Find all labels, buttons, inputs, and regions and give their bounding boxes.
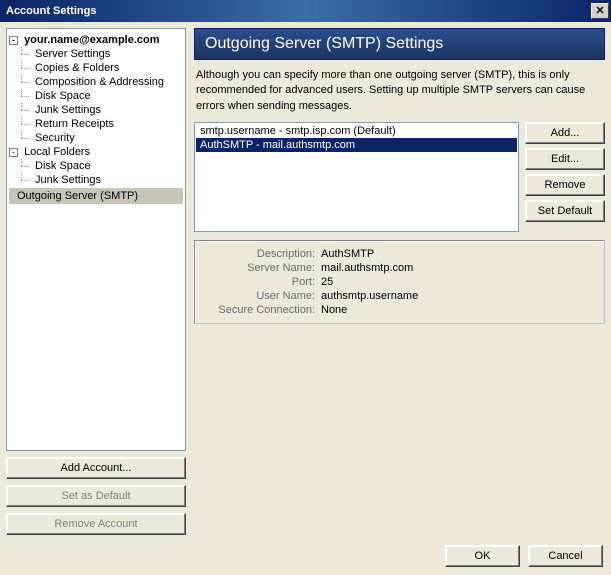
smtp-server-list[interactable]: smtp.username - smtp.isp.com (Default) A… bbox=[194, 122, 519, 232]
account-tree[interactable]: - your.name@example.com Server Settings … bbox=[6, 28, 186, 451]
dialog-footer: OK Cancel bbox=[6, 541, 605, 569]
tree-account-label: your.name@example.com bbox=[24, 34, 159, 46]
smtp-list-buttons: Add... Edit... Remove Set Default bbox=[525, 122, 605, 232]
tree-item-copies-folders[interactable]: Copies & Folders bbox=[9, 61, 183, 75]
detail-value-port: 25 bbox=[321, 276, 333, 288]
detail-row-port: Port: 25 bbox=[203, 275, 596, 289]
tree-item-security[interactable]: Security bbox=[9, 131, 183, 145]
add-smtp-button[interactable]: Add... bbox=[525, 122, 605, 144]
window-title: Account Settings bbox=[6, 5, 591, 17]
titlebar: Account Settings ✕ bbox=[0, 0, 611, 22]
ok-button[interactable]: OK bbox=[445, 545, 520, 567]
panel-description: Although you can specify more than one o… bbox=[194, 68, 605, 114]
spacer bbox=[194, 332, 605, 535]
tree-item-smtp-label: Outgoing Server (SMTP) bbox=[9, 188, 183, 204]
tree-item-outgoing-smtp[interactable]: Outgoing Server (SMTP) bbox=[9, 187, 183, 205]
tree-panel: - your.name@example.com Server Settings … bbox=[6, 28, 186, 535]
smtp-list-item[interactable]: smtp.username - smtp.isp.com (Default) bbox=[196, 124, 517, 138]
close-icon: ✕ bbox=[595, 6, 604, 17]
set-as-default-button: Set as Default bbox=[6, 485, 186, 507]
tree-item-junk-settings[interactable]: Junk Settings bbox=[9, 103, 183, 117]
tree-item-return-receipts[interactable]: Return Receipts bbox=[9, 117, 183, 131]
tree-account-root[interactable]: - your.name@example.com bbox=[9, 33, 183, 47]
detail-value-server: mail.authsmtp.com bbox=[321, 262, 413, 274]
tree-item-disk-space[interactable]: Disk Space bbox=[9, 89, 183, 103]
detail-value-user: authsmtp.username bbox=[321, 290, 418, 302]
detail-label: User Name: bbox=[203, 290, 315, 302]
detail-value-secure: None bbox=[321, 304, 347, 316]
detail-row-user: User Name: authsmtp.username bbox=[203, 289, 596, 303]
detail-row-server: Server Name: mail.authsmtp.com bbox=[203, 261, 596, 275]
collapse-icon[interactable]: - bbox=[9, 148, 18, 157]
remove-account-button: Remove Account bbox=[6, 513, 186, 535]
detail-label: Server Name: bbox=[203, 262, 315, 274]
detail-value-description: AuthSMTP bbox=[321, 248, 374, 260]
close-button[interactable]: ✕ bbox=[591, 3, 609, 19]
tree-item-lf-junk[interactable]: Junk Settings bbox=[9, 173, 183, 187]
window-body: - your.name@example.com Server Settings … bbox=[0, 22, 611, 575]
tree-item-lf-disk-space[interactable]: Disk Space bbox=[9, 159, 183, 173]
detail-label: Port: bbox=[203, 276, 315, 288]
edit-smtp-button[interactable]: Edit... bbox=[525, 148, 605, 170]
tree-local-folders-label: Local Folders bbox=[24, 146, 90, 158]
detail-row-description: Description: AuthSMTP bbox=[203, 247, 596, 261]
tree-item-composition[interactable]: Composition & Addressing bbox=[9, 75, 183, 89]
tree-item-server-settings[interactable]: Server Settings bbox=[9, 47, 183, 61]
remove-smtp-button[interactable]: Remove bbox=[525, 174, 605, 196]
cancel-button[interactable]: Cancel bbox=[528, 545, 603, 567]
detail-row-secure: Secure Connection: None bbox=[203, 303, 596, 317]
smtp-list-row: smtp.username - smtp.isp.com (Default) A… bbox=[194, 122, 605, 232]
panel-title: Outgoing Server (SMTP) Settings bbox=[194, 28, 605, 60]
main-columns: - your.name@example.com Server Settings … bbox=[6, 28, 605, 535]
add-account-button[interactable]: Add Account... bbox=[6, 457, 186, 479]
detail-label: Description: bbox=[203, 248, 315, 260]
detail-label: Secure Connection: bbox=[203, 304, 315, 316]
smtp-list-item[interactable]: AuthSMTP - mail.authsmtp.com bbox=[196, 138, 517, 152]
right-pane: Outgoing Server (SMTP) Settings Although… bbox=[194, 28, 605, 535]
set-default-smtp-button[interactable]: Set Default bbox=[525, 200, 605, 222]
tree-local-folders-root[interactable]: - Local Folders bbox=[9, 145, 183, 159]
collapse-icon[interactable]: - bbox=[9, 36, 18, 45]
smtp-detail-box: Description: AuthSMTP Server Name: mail.… bbox=[194, 240, 605, 324]
